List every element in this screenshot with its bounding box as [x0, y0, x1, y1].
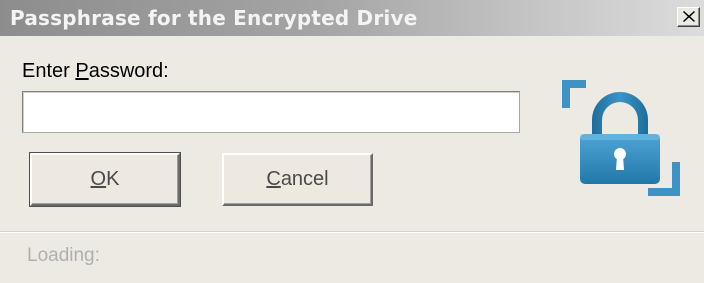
password-label-accelerator: P: [75, 60, 89, 82]
cancel-button[interactable]: Cancel: [222, 153, 373, 206]
status-separator: [0, 231, 704, 233]
close-icon: [683, 11, 695, 22]
passphrase-dialog: Passphrase for the Encrypted Drive Enter…: [0, 0, 704, 283]
ok-button[interactable]: OK: [29, 152, 181, 207]
window-title: Passphrase for the Encrypted Drive: [10, 6, 418, 30]
status-text: Loading:: [27, 245, 100, 266]
padlock-icon: [562, 80, 680, 196]
password-input[interactable]: [22, 91, 520, 133]
password-label: Enter Password:: [22, 60, 169, 82]
close-button[interactable]: [677, 7, 700, 27]
title-bar[interactable]: Passphrase for the Encrypted Drive: [0, 0, 704, 36]
